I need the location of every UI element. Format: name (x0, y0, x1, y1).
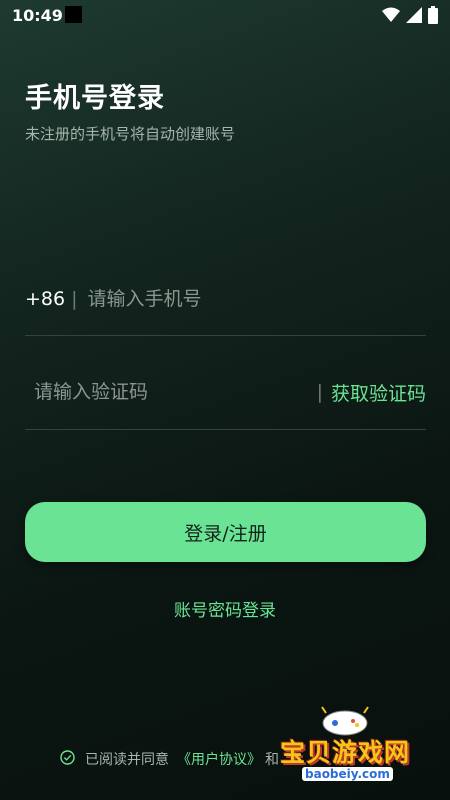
code-separator: | (316, 381, 323, 403)
phone-row: +86 | (25, 283, 425, 315)
agreement-check-icon[interactable] (60, 749, 75, 769)
wifi-icon (382, 7, 400, 27)
signal-icon (406, 7, 422, 27)
country-code[interactable]: +86 (25, 288, 65, 310)
notification-icon (65, 6, 82, 23)
watermark-url: baobeiy.com (302, 767, 393, 781)
code-row: | 获取验证码 (32, 376, 426, 408)
phone-separator: | (71, 288, 78, 310)
page-subtitle: 未注册的手机号将自动创建账号 (25, 125, 236, 143)
status-icons (382, 6, 438, 28)
phone-divider (25, 335, 426, 336)
get-code-button[interactable]: 获取验证码 (331, 379, 426, 406)
code-divider (25, 429, 426, 430)
login-register-button[interactable]: 登录/注册 (25, 502, 426, 562)
agreement-conjunction: 和 (265, 752, 279, 768)
user-agreement-link[interactable]: 《用户协议》 (177, 749, 261, 769)
agreement-prefix: 已阅读并同意 (85, 752, 169, 768)
watermark-text: 宝贝游戏网 (280, 738, 411, 767)
password-login-link[interactable]: 账号密码登录 (0, 596, 450, 621)
page-title: 手机号登录 (25, 83, 165, 114)
code-input[interactable] (32, 380, 317, 404)
watermark-logo: 宝贝游戏网 baobeiy.com (280, 705, 420, 785)
agreement-row: 已阅读并同意 《用户协议》 和 (60, 749, 279, 769)
status-time: 10:49 (12, 6, 63, 25)
phone-input[interactable] (85, 287, 425, 311)
status-bar: 10:49 (0, 0, 450, 32)
battery-icon (428, 6, 438, 28)
